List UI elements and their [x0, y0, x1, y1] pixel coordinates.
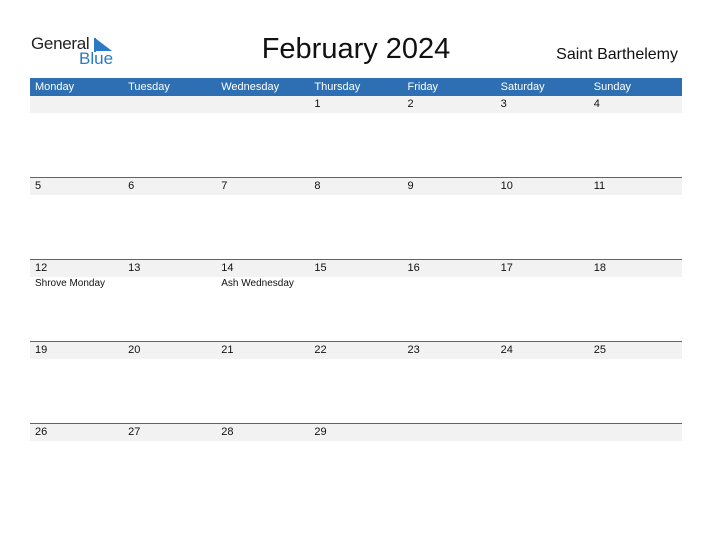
day-cell: 26	[30, 424, 123, 441]
holiday-label: Ash Wednesday	[221, 278, 294, 289]
week-cells: 26 27 28 29	[30, 424, 682, 441]
day-cell: 17	[496, 260, 589, 290]
day-cell: 1	[309, 96, 402, 113]
day-cell: 6	[123, 178, 216, 195]
day-cell: 9	[403, 178, 496, 195]
day-cell: 22	[309, 342, 402, 359]
day-number	[501, 424, 589, 441]
day-cell: 13	[123, 260, 216, 290]
day-cell: 25	[589, 342, 682, 359]
weeks-container: 1 2 3 4 5 6 7 8 9 10 11 12 Shrove Monday 13 14 Ash Wedn…	[30, 96, 682, 505]
day-number: 28	[221, 426, 234, 438]
week-row: 12 Shrove Monday 13 14 Ash Wednesday 15 16 17 18	[30, 259, 682, 341]
day-cell	[403, 424, 496, 441]
day-number: 2	[407, 98, 414, 110]
weekday-saturday: Saturday	[500, 81, 545, 93]
day-number: 21	[221, 344, 234, 356]
day-number: 15	[314, 262, 327, 274]
day-cell	[216, 96, 309, 113]
day-number: 7	[221, 180, 228, 192]
day-number: 10	[500, 180, 513, 192]
day-number: 23	[407, 344, 420, 356]
day-cell	[589, 424, 682, 441]
day-cell: 28	[216, 424, 309, 441]
week-row: 19 20 21 22 23 24 25	[30, 341, 682, 423]
day-cell: 24	[496, 342, 589, 359]
day-cell: 19	[30, 342, 123, 359]
week-row: 1 2 3 4	[30, 96, 682, 177]
day-number: 27	[128, 426, 141, 438]
day-number: 24	[500, 344, 513, 356]
day-number	[221, 96, 309, 113]
day-number	[408, 424, 496, 441]
day-number: 12	[35, 262, 48, 274]
week-cells: 1 2 3 4	[30, 96, 682, 113]
day-number: 9	[407, 180, 414, 192]
day-cell: 21	[216, 342, 309, 359]
day-cell	[123, 96, 216, 113]
weekday-tuesday: Tuesday	[128, 81, 170, 93]
day-number: 25	[593, 344, 606, 356]
day-cell: 7	[216, 178, 309, 195]
holiday-label: Shrove Monday	[35, 278, 106, 289]
day-cell: 23	[403, 342, 496, 359]
day-number: 13	[128, 262, 141, 274]
day-number	[128, 96, 216, 113]
day-number: 20	[128, 344, 141, 356]
day-cell: 4	[589, 96, 682, 113]
day-cell: 11	[589, 178, 682, 195]
day-cell: 2	[403, 96, 496, 113]
weekday-wednesday: Wednesday	[221, 81, 280, 93]
day-cell: 15	[309, 260, 402, 290]
day-number: 18	[593, 262, 606, 274]
day-number: 11	[593, 180, 606, 192]
country-label: Saint Barthelemy	[556, 46, 678, 63]
day-number	[35, 96, 123, 113]
day-number: 6	[128, 180, 135, 192]
week-cells: 19 20 21 22 23 24 25	[30, 342, 682, 359]
day-number: 26	[35, 426, 48, 438]
day-number	[594, 424, 682, 441]
weekday-monday: Monday	[35, 81, 75, 93]
day-cell: 3	[496, 96, 589, 113]
day-cell: 16	[403, 260, 496, 290]
day-cell: 8	[309, 178, 402, 195]
day-cell: 18	[589, 260, 682, 290]
day-cell: 14 Ash Wednesday	[216, 260, 309, 290]
day-number: 4	[593, 98, 600, 110]
week-row: 26 27 28 29	[30, 423, 682, 505]
weekday-header: Monday Tuesday Wednesday Thursday Friday…	[30, 78, 682, 96]
week-cells: 5 6 7 8 9 10 11	[30, 178, 682, 195]
day-cell: 10	[496, 178, 589, 195]
day-cell: 12 Shrove Monday	[30, 260, 123, 290]
calendar-grid: Monday Tuesday Wednesday Thursday Friday…	[30, 78, 682, 505]
day-number: 5	[35, 180, 42, 192]
day-cell: 27	[123, 424, 216, 441]
day-cell	[30, 96, 123, 113]
day-number: 16	[407, 262, 420, 274]
day-number: 29	[314, 426, 327, 438]
day-number: 1	[314, 98, 321, 110]
day-cell: 20	[123, 342, 216, 359]
weekday-sunday: Sunday	[593, 81, 632, 93]
day-cell: 29	[309, 424, 402, 441]
day-number: 14	[221, 262, 234, 274]
weekday-friday: Friday	[407, 81, 439, 93]
weekday-thursday: Thursday	[314, 81, 361, 93]
week-cells: 12 Shrove Monday 13 14 Ash Wednesday 15 16 17 18	[30, 260, 682, 290]
day-number: 17	[500, 262, 513, 274]
day-number: 3	[500, 98, 507, 110]
day-number: 19	[35, 344, 48, 356]
day-number: 8	[314, 180, 321, 192]
day-number: 22	[314, 344, 327, 356]
day-cell	[496, 424, 589, 441]
day-cell: 5	[30, 178, 123, 195]
week-row: 5 6 7 8 9 10 11	[30, 177, 682, 259]
